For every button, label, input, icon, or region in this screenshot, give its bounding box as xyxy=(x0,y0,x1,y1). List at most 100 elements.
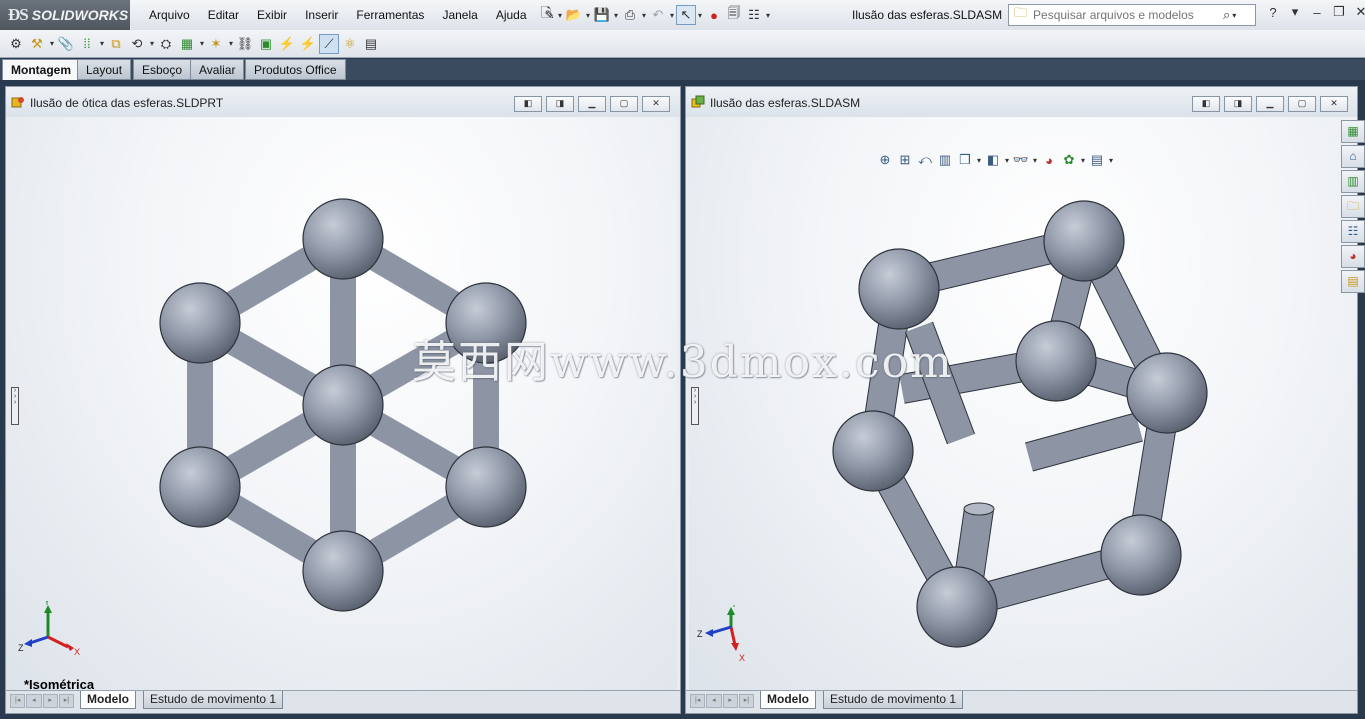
part-window-titlebar[interactable]: Ilusão de ótica das esferas.SLDPRT ◧ ◨ ▁… xyxy=(6,87,680,117)
tab-layout[interactable]: Layout xyxy=(77,59,132,80)
undo-dropdown-icon[interactable]: ▾ xyxy=(668,11,676,20)
select-arrow-icon[interactable]: ↖ xyxy=(676,5,696,25)
component-pattern-icon[interactable]: ⁞⁞ xyxy=(77,34,97,54)
show-hidden-icon[interactable]: ⟲ xyxy=(127,34,147,54)
mate-icon[interactable]: 📎 xyxy=(56,34,76,54)
reference-geometry-icon[interactable]: ▦ xyxy=(177,34,197,54)
bill-of-materials-icon[interactable]: ⛓ xyxy=(235,34,255,54)
maximize-window-icon[interactable]: ▢ xyxy=(610,96,638,112)
show-dropdown-icon[interactable]: ▾ xyxy=(148,39,156,48)
undo-icon[interactable]: ↶ xyxy=(648,5,668,25)
reference-dropdown-icon[interactable]: ▾ xyxy=(198,39,206,48)
insert-components-icon[interactable]: ⚒ xyxy=(27,34,47,54)
search-input[interactable] xyxy=(1031,7,1222,23)
display-style-icon[interactable]: ◧ xyxy=(983,150,1003,170)
hide-show-items-icon[interactable]: 👓 xyxy=(1011,150,1031,170)
edit-component-icon[interactable]: ⚙ xyxy=(6,34,26,54)
view-orientation-dropdown-icon[interactable]: ▾ xyxy=(975,156,983,165)
menu-exibir[interactable]: Exibir xyxy=(248,8,296,22)
help-dropdown-icon[interactable]: ▾ xyxy=(1284,4,1306,20)
save-dropdown-icon[interactable]: ▾ xyxy=(612,11,620,20)
part-graphics-area[interactable]: Y X Z *Isométrica xyxy=(6,117,677,691)
assembly-features-icon[interactable]: ⛭ xyxy=(156,34,176,54)
help-icon[interactable]: ? xyxy=(1262,5,1284,20)
tile-horizontal-icon[interactable]: ◨ xyxy=(1224,96,1252,112)
print-dropdown-icon[interactable]: ▾ xyxy=(640,11,648,20)
hide-show-dropdown-icon[interactable]: ▾ xyxy=(1031,156,1039,165)
scroll-first-icon[interactable]: |◂ xyxy=(690,694,706,708)
scroll-first-icon[interactable]: |◂ xyxy=(10,694,26,708)
appearances-scenes-icon[interactable]: ◕ xyxy=(1341,245,1365,268)
rebuild-traffic-light-icon[interactable]: ● xyxy=(704,5,724,25)
new-motion-study-icon[interactable]: ✶ xyxy=(206,34,226,54)
insert-dropdown-icon[interactable]: ▾ xyxy=(48,39,56,48)
select-dropdown-icon[interactable]: ▾ xyxy=(696,11,704,20)
edit-appearance-icon[interactable]: ◕ xyxy=(1039,150,1059,170)
hole-series-icon[interactable]: ▤ xyxy=(361,34,381,54)
smart-fasteners-icon[interactable]: ⚛ xyxy=(340,34,360,54)
pattern-dropdown-icon[interactable]: ▾ xyxy=(98,39,106,48)
minimize-window-icon[interactable]: ▁ xyxy=(1256,96,1284,112)
explode-line-sketch-icon[interactable]: ⚡ xyxy=(277,34,297,54)
print-icon[interactable]: ⎙ xyxy=(620,5,640,25)
tile-vertical-icon[interactable]: ◧ xyxy=(1192,96,1220,112)
tab-produtos-office[interactable]: Produtos Office xyxy=(245,59,346,80)
scroll-next-icon[interactable]: ▸ xyxy=(722,694,738,708)
design-library-icon[interactable]: ▥ xyxy=(1341,170,1365,193)
move-component-icon[interactable]: ⧉ xyxy=(106,34,126,54)
tab-modelo[interactable]: Modelo xyxy=(80,691,136,709)
restore-icon[interactable]: ❐ xyxy=(1328,4,1350,20)
tab-estudo-movimento[interactable]: Estudo de movimento 1 xyxy=(823,691,964,709)
display-style-dropdown-icon[interactable]: ▾ xyxy=(1003,156,1011,165)
menu-ajuda[interactable]: Ajuda xyxy=(487,8,536,22)
open-dropdown-icon[interactable]: ▾ xyxy=(584,11,592,20)
solidworks-resources-icon[interactable]: ▦ xyxy=(1341,120,1365,143)
file-explorer-icon[interactable]: 🗀 xyxy=(1341,195,1365,218)
menu-arquivo[interactable]: Arquivo xyxy=(140,8,199,22)
view-settings-dropdown-icon[interactable]: ▾ xyxy=(1107,156,1115,165)
feature-tree-expand-handle[interactable]: › › › xyxy=(11,387,19,425)
menu-inserir[interactable]: Inserir xyxy=(296,8,347,22)
custom-properties-icon[interactable]: ▤ xyxy=(1341,270,1365,293)
menu-janela[interactable]: Janela xyxy=(433,8,486,22)
previous-view-icon[interactable]: ⤺ xyxy=(915,150,935,170)
tab-esboco[interactable]: Esboço xyxy=(133,59,192,80)
tab-estudo-movimento[interactable]: Estudo de movimento 1 xyxy=(143,691,284,709)
scroll-prev-icon[interactable]: ◂ xyxy=(706,694,722,708)
zoom-to-fit-icon[interactable]: ⊕ xyxy=(875,150,895,170)
assembly-graphics-area[interactable]: ⊕ ⊞ ⤺ ▥ ❒▾ ◧▾ 👓▾ ◕ ✿▾ ▤▾ Y X xyxy=(689,117,1357,691)
options-dropdown-icon[interactable]: ▾ xyxy=(764,11,772,20)
motion-dropdown-icon[interactable]: ▾ xyxy=(227,39,235,48)
menu-editar[interactable]: Editar xyxy=(199,8,248,22)
tile-horizontal-icon[interactable]: ◨ xyxy=(546,96,574,112)
apply-scene-icon[interactable]: ✿ xyxy=(1059,150,1079,170)
section-view-icon[interactable]: ▥ xyxy=(935,150,955,170)
new-dropdown-icon[interactable]: ▾ xyxy=(556,11,564,20)
scroll-prev-icon[interactable]: ◂ xyxy=(26,694,42,708)
scroll-next-icon[interactable]: ▸ xyxy=(42,694,58,708)
zoom-to-area-icon[interactable]: ⊞ xyxy=(895,150,915,170)
tab-modelo[interactable]: Modelo xyxy=(760,691,816,709)
options-icon[interactable]: ☷ xyxy=(744,5,764,25)
minimize-icon[interactable]: – xyxy=(1306,5,1328,20)
scene-dropdown-icon[interactable]: ▾ xyxy=(1079,156,1087,165)
view-orientation-icon[interactable]: ❒ xyxy=(955,150,975,170)
menu-ferramentas[interactable]: Ferramentas xyxy=(347,8,433,22)
maximize-window-icon[interactable]: ▢ xyxy=(1288,96,1316,112)
feature-tree-expand-handle[interactable]: › › › xyxy=(691,387,699,425)
search-icon[interactable]: ⌕ xyxy=(1223,7,1230,23)
close-icon[interactable]: ✕ xyxy=(1350,4,1365,20)
open-folder-icon[interactable]: 📂 xyxy=(564,5,584,25)
save-icon[interactable]: 💾 xyxy=(592,5,612,25)
view-palette-icon[interactable]: ☷ xyxy=(1341,220,1365,243)
file-properties-icon[interactable]: 🗐 xyxy=(724,5,744,25)
scroll-last-icon[interactable]: ▸| xyxy=(58,694,74,708)
view-settings-icon[interactable]: ▤ xyxy=(1087,150,1107,170)
interference-detection-icon[interactable]: ⚡ xyxy=(298,34,318,54)
tile-vertical-icon[interactable]: ◧ xyxy=(514,96,542,112)
exploded-view-icon[interactable]: ▣ xyxy=(256,34,276,54)
close-window-icon[interactable]: ✕ xyxy=(1320,96,1348,112)
scroll-last-icon[interactable]: ▸| xyxy=(738,694,754,708)
instant3d-icon[interactable]: ⟋ xyxy=(319,33,339,54)
home-icon[interactable]: ⌂ xyxy=(1341,145,1365,168)
